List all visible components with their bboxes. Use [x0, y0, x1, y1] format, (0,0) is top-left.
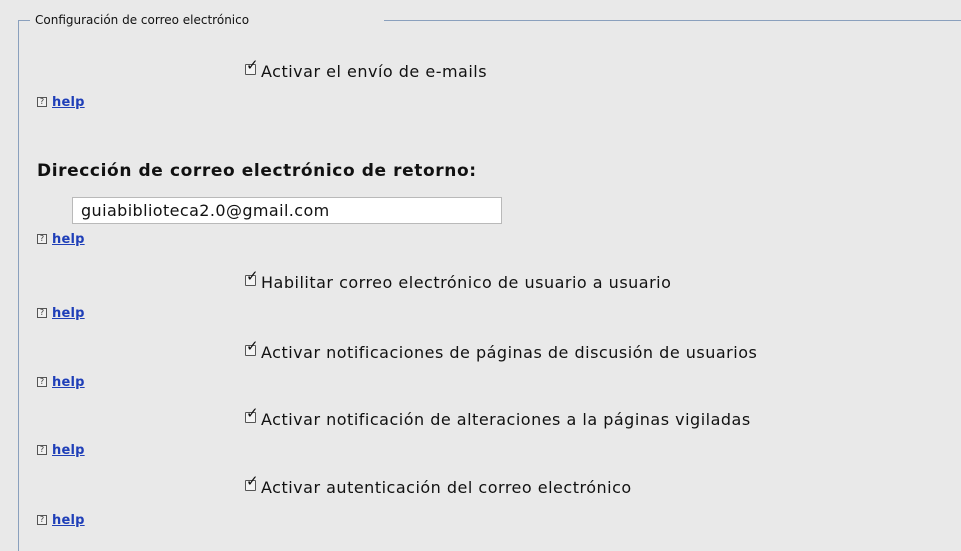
fieldset-border-top-left: [18, 20, 30, 21]
email-authentication-checkbox[interactable]: ✓: [245, 474, 259, 492]
help-icon: ?: [37, 445, 47, 455]
watchlist-notifications-checkbox[interactable]: ✓: [245, 406, 259, 424]
help-link[interactable]: help: [52, 375, 85, 390]
help-icon: ?: [37, 97, 47, 107]
email-authentication-label: Activar autenticación del correo electró…: [261, 477, 632, 497]
option-watchlist-notifications[interactable]: ✓ Activar notificación de alteraciones a…: [245, 406, 751, 430]
help-link[interactable]: help: [52, 95, 85, 110]
help-enable-email[interactable]: ? help: [37, 94, 85, 110]
help-link[interactable]: help: [52, 306, 85, 321]
help-link[interactable]: help: [52, 443, 85, 458]
fieldset-legend: Configuración de correo electrónico: [35, 12, 250, 28]
check-icon: ✓: [246, 56, 259, 74]
help-icon: ?: [37, 515, 47, 525]
help-link[interactable]: help: [52, 513, 85, 528]
user-talk-notifications-checkbox[interactable]: ✓: [245, 339, 259, 357]
option-email-authentication[interactable]: ✓ Activar autenticación del correo elect…: [245, 474, 632, 498]
return-address-label: Dirección de correo electrónico de retor…: [37, 161, 477, 181]
help-link[interactable]: help: [52, 232, 85, 247]
check-icon: ✓: [246, 267, 259, 285]
check-icon: ✓: [246, 472, 259, 490]
user-to-user-email-checkbox[interactable]: ✓: [245, 269, 259, 287]
help-watchlist-notifications[interactable]: ? help: [37, 442, 85, 458]
help-icon: ?: [37, 234, 47, 244]
fieldset-border-left: [18, 20, 19, 551]
email-settings-panel: Configuración de correo electrónico ✓ Ac…: [0, 0, 961, 551]
option-user-talk-notifications[interactable]: ✓ Activar notificaciones de páginas de d…: [245, 339, 758, 363]
check-icon: ✓: [246, 404, 259, 422]
option-enable-email[interactable]: ✓ Activar el envío de e-mails: [245, 58, 488, 82]
watchlist-notifications-label: Activar notificación de alteraciones a l…: [261, 409, 751, 429]
user-talk-notifications-label: Activar notificaciones de páginas de dis…: [261, 342, 758, 362]
help-user-talk-notifications[interactable]: ? help: [37, 374, 85, 390]
help-user-to-user-email[interactable]: ? help: [37, 305, 85, 321]
help-email-authentication[interactable]: ? help: [37, 512, 85, 528]
fieldset-border-top-right: [384, 20, 961, 21]
option-user-to-user-email[interactable]: ✓ Habilitar correo electrónico de usuari…: [245, 269, 672, 293]
help-icon: ?: [37, 308, 47, 318]
check-icon: ✓: [246, 337, 259, 355]
enable-email-label: Activar el envío de e-mails: [261, 61, 488, 81]
user-to-user-email-label: Habilitar correo electrónico de usuario …: [261, 272, 672, 292]
help-icon: ?: [37, 377, 47, 387]
help-return-address[interactable]: ? help: [37, 231, 85, 247]
return-address-input[interactable]: [72, 197, 502, 224]
enable-email-checkbox[interactable]: ✓: [245, 58, 259, 76]
